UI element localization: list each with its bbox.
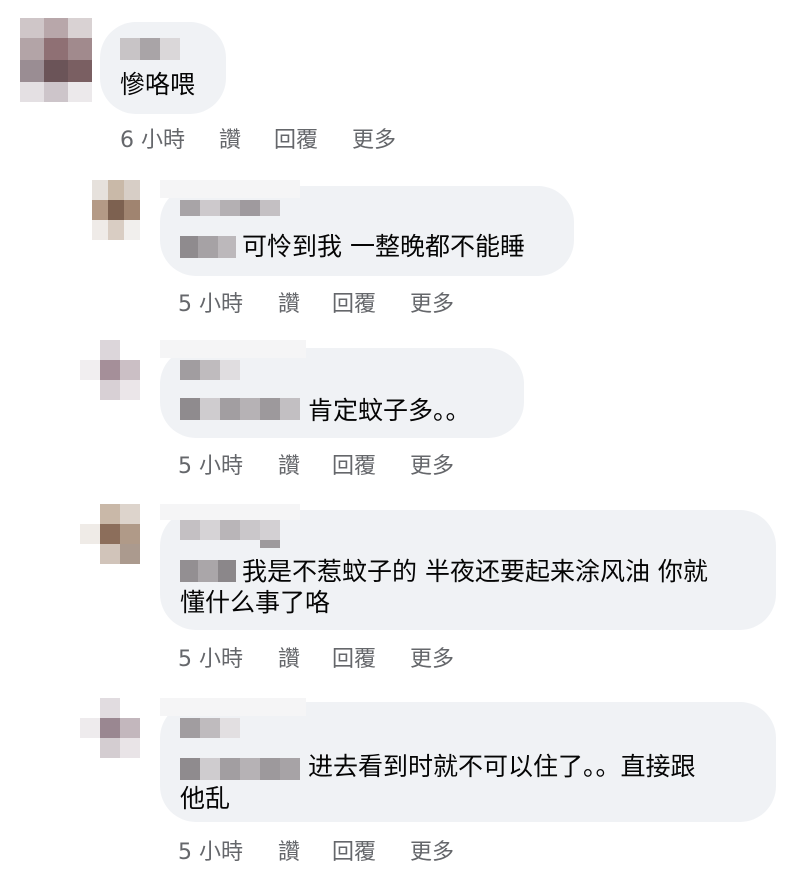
like-button[interactable]: 讚 <box>278 286 300 318</box>
avatar[interactable] <box>92 180 140 240</box>
more-button[interactable]: 更多 <box>352 122 396 154</box>
comment-text-line2: 他乱 <box>180 784 231 813</box>
comment-text: 肯定蚊子多。。 <box>308 396 471 425</box>
more-button[interactable]: 更多 <box>410 641 454 673</box>
more-button[interactable]: 更多 <box>410 286 454 318</box>
commenter-name-blurred[interactable] <box>120 38 180 60</box>
comment-text: 可怜到我 一整晚都不能睡 <box>242 232 525 261</box>
like-button[interactable]: 讚 <box>278 834 300 866</box>
comment-text: 进去看到时就不可以住了。。直接跟 <box>308 752 696 781</box>
timestamp[interactable]: 5 小時 <box>178 286 243 318</box>
mention-tag-blurred[interactable] <box>180 560 236 582</box>
mention-tag-blurred[interactable] <box>180 236 236 258</box>
more-button[interactable]: 更多 <box>410 448 454 480</box>
timestamp[interactable]: 5 小時 <box>178 448 243 480</box>
avatar[interactable] <box>80 340 144 402</box>
comment-text-line2: 懂什么事了咯 <box>180 588 331 617</box>
like-button[interactable]: 讚 <box>278 641 300 673</box>
reply-button[interactable]: 回覆 <box>332 641 376 673</box>
like-button[interactable]: 讚 <box>219 122 241 154</box>
commenter-name-blurred[interactable] <box>160 504 300 548</box>
commenter-name-blurred[interactable] <box>160 180 300 216</box>
like-button[interactable]: 讚 <box>278 448 300 480</box>
commenter-name-blurred[interactable] <box>160 340 306 380</box>
avatar[interactable] <box>80 698 144 760</box>
timestamp[interactable]: 5 小時 <box>178 641 243 673</box>
mention-tag-blurred[interactable] <box>180 398 300 420</box>
comment-text: 慘咯喂 <box>120 70 196 99</box>
comment-text: 我是不惹蚊子的 半夜还要起来涂风油 你就 <box>242 557 708 586</box>
reply-button[interactable]: 回覆 <box>332 834 376 866</box>
timestamp[interactable]: 5 小時 <box>178 834 243 866</box>
avatar[interactable] <box>80 504 144 564</box>
timestamp[interactable]: 6 小時 <box>120 122 185 154</box>
reply-button[interactable]: 回覆 <box>332 448 376 480</box>
avatar[interactable] <box>20 18 92 102</box>
reply-button[interactable]: 回覆 <box>274 122 318 154</box>
mention-tag-blurred[interactable] <box>180 758 300 780</box>
commenter-name-blurred[interactable] <box>160 698 306 742</box>
more-button[interactable]: 更多 <box>410 834 454 866</box>
reply-button[interactable]: 回覆 <box>332 286 376 318</box>
